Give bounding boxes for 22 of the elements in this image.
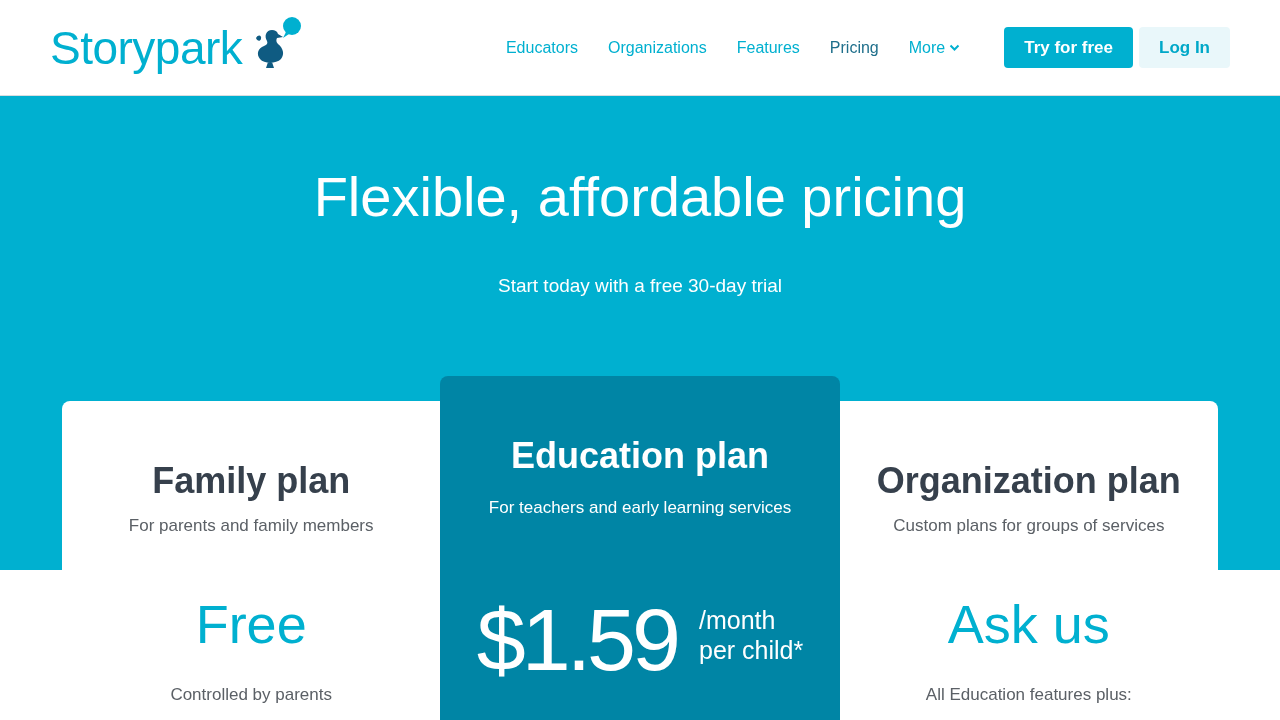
plan-price: Free [194,592,308,656]
price-unit: /month per child* [699,604,804,665]
nav-link[interactable]: Pricing [829,35,879,60]
plan-title: Family plan [151,458,352,502]
plan-description: Custom plans for groups of services [892,514,1166,537]
nav-link[interactable]: Organizations [608,35,707,60]
hero-subtitle: Start today with a free 30-day trial [496,274,784,299]
hero-title: Flexible, affordable pricing [312,164,968,230]
nav-link[interactable]: Features [736,35,800,60]
plan-description: For teachers and early learning services [487,496,793,519]
plan-description: For parents and family members [127,514,375,537]
plan-note: All Education features plus: [924,683,1133,706]
plan-note: Controlled by parents [169,683,333,706]
plan-title: Organization plan [875,458,1182,502]
plan-price: $1.59 [476,595,677,684]
plan-price: Ask us [946,592,1111,656]
nav-link[interactable]: Educators [505,35,578,60]
nav-link[interactable]: More [908,35,961,60]
login-button[interactable]: Log In [1139,27,1230,68]
plan-title: Education plan [510,433,770,477]
try-free-button[interactable]: Try for free [1004,27,1133,68]
chevron-down-icon [949,44,961,53]
